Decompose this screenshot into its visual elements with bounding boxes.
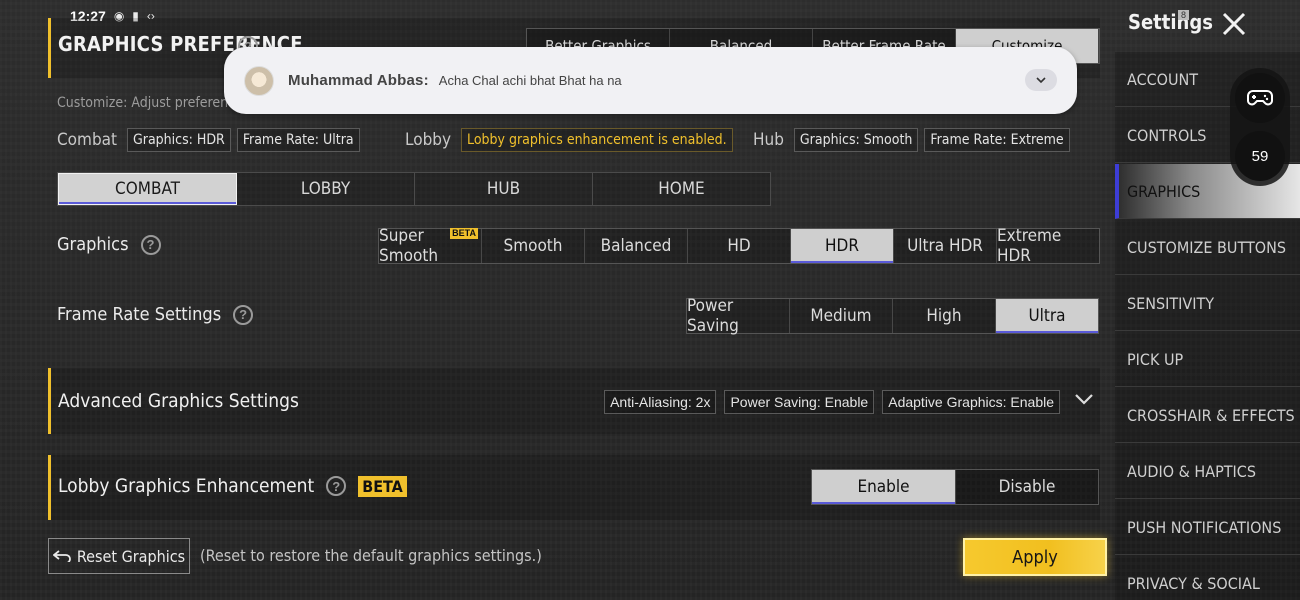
graphics-options: Super Smooth BETA Smooth Balanced HD HDR…	[378, 226, 1100, 266]
advanced-graphics-title: Advanced Graphics Settings	[58, 390, 299, 412]
lobby-enhancement-disable[interactable]: Disable	[956, 470, 1098, 504]
anti-aliasing-chip: Anti-Aliasing: 2x	[604, 390, 717, 414]
frame-rate-option-high[interactable]: High	[893, 299, 996, 333]
hub-summary: Hub Graphics: Smooth Frame Rate: Extreme	[753, 126, 1070, 154]
reset-note: (Reset to restore the default graphics s…	[200, 546, 542, 565]
lobby-summary-label: Lobby	[405, 130, 452, 150]
fps-counter[interactable]: 59	[1235, 131, 1285, 181]
combat-summary: Combat Graphics: HDR Frame Rate: Ultra	[57, 126, 360, 154]
apply-button[interactable]: Apply	[963, 538, 1107, 576]
graphics-option-hd[interactable]: HD	[688, 229, 791, 263]
reset-graphics-label: Reset Graphics	[76, 546, 186, 566]
sidebar-item-sensitivity[interactable]: SENSITIVITY	[1115, 276, 1300, 331]
gamepad-glyph	[1247, 90, 1273, 106]
message-notification[interactable]: Muhammad Abbas: Acha Chal achi bhat Bhat…	[224, 47, 1077, 114]
section-accent	[48, 18, 51, 78]
graphics-option-hdr[interactable]: HDR	[791, 229, 894, 263]
graphics-option-extreme-hdr[interactable]: Extreme HDR	[997, 226, 1099, 266]
section-accent	[48, 455, 51, 520]
tab-combat[interactable]: COMBAT	[58, 173, 237, 205]
tab-home[interactable]: HOME	[593, 173, 770, 205]
hub-summary-label: Hub	[753, 130, 784, 150]
combat-graphics-chip: Graphics: HDR	[127, 128, 231, 152]
gamepad-icon[interactable]	[1235, 73, 1285, 123]
advanced-chips: Anti-Aliasing: 2x Power Saving: Enable A…	[604, 390, 1060, 414]
sidebar-item-pick-up[interactable]: PICK UP	[1115, 332, 1300, 387]
frame-rate-options: Power Saving Medium High Ultra	[686, 296, 1099, 336]
lobby-enhancement-title: Lobby Graphics Enhancement	[58, 475, 315, 497]
chevron-down-icon	[1036, 77, 1046, 84]
chevron-down-icon[interactable]	[1074, 392, 1094, 406]
tab-hub[interactable]: HUB	[415, 173, 593, 205]
graphics-option-smooth[interactable]: Smooth	[482, 229, 585, 263]
tab-lobby[interactable]: LOBBY	[237, 173, 415, 205]
settings-title: Settings	[1128, 10, 1213, 34]
graphics-option-super-smooth[interactable]: Super Smooth BETA	[379, 226, 482, 266]
help-icon[interactable]: ?	[233, 304, 254, 325]
game-toolbar-widget: 59	[1230, 68, 1290, 186]
advanced-graphics-section[interactable]: Advanced Graphics Settings Anti-Aliasing…	[48, 368, 1100, 434]
close-icon[interactable]	[1216, 6, 1252, 42]
customize-note: Customize: Adjust preferences	[57, 95, 250, 111]
frame-rate-option-medium[interactable]: Medium	[790, 299, 893, 333]
notification-message: Acha Chal achi bhat Bhat ha na	[438, 73, 622, 88]
combat-summary-label: Combat	[57, 130, 118, 150]
frame-rate-option-power-saving[interactable]: Power Saving	[687, 296, 790, 336]
reset-graphics-button[interactable]: Reset Graphics	[48, 538, 190, 574]
lobby-enhancement-title-row: Lobby Graphics Enhancement ? BETA	[58, 475, 407, 497]
adaptive-graphics-chip: Adaptive Graphics: Enable	[882, 390, 1060, 414]
sidebar-item-customize-buttons[interactable]: CUSTOMIZE BUTTONS	[1115, 220, 1300, 275]
settings-badge: 8	[1178, 10, 1190, 20]
graphics-label: Graphics	[57, 234, 129, 255]
sidebar-item-audio-haptics[interactable]: AUDIO & HAPTICS	[1115, 444, 1300, 499]
sidebar-item-crosshair-effects[interactable]: CROSSHAIR & EFFECTS	[1115, 388, 1300, 443]
frame-rate-row-label: Frame Rate Settings ?	[57, 304, 254, 325]
help-icon[interactable]: ?	[326, 476, 347, 496]
help-icon[interactable]: ?	[140, 234, 161, 255]
sidebar-item-push-notifications[interactable]: PUSH NOTIFICATIONS	[1115, 500, 1300, 555]
hub-graphics-chip: Graphics: Smooth	[793, 128, 919, 152]
lobby-status-chip: Lobby graphics enhancement is enabled.	[461, 128, 733, 152]
beta-tag: BETA	[358, 475, 407, 497]
avatar	[244, 65, 274, 96]
sidebar-item-privacy-social[interactable]: PRIVACY & SOCIAL	[1115, 556, 1300, 600]
undo-icon	[52, 550, 71, 562]
lobby-summary: Lobby Lobby graphics enhancement is enab…	[405, 126, 733, 154]
section-accent	[48, 368, 51, 434]
graphics-option-ultra-hdr[interactable]: Ultra HDR	[894, 229, 997, 263]
beta-badge: BETA	[450, 228, 478, 239]
graphics-row-label: Graphics ?	[57, 234, 161, 255]
expand-button[interactable]	[1025, 69, 1057, 91]
combat-frame-rate-chip: Frame Rate: Ultra	[236, 128, 360, 152]
mode-tabs: COMBAT LOBBY HUB HOME	[57, 172, 771, 206]
frame-rate-option-ultra[interactable]: Ultra	[996, 299, 1098, 333]
power-saving-chip: Power Saving: Enable	[724, 390, 875, 414]
hub-frame-rate-chip: Frame Rate: Extreme	[924, 128, 1070, 152]
lobby-enhancement-options: Enable Disable	[811, 469, 1099, 505]
frame-rate-label: Frame Rate Settings	[57, 304, 222, 325]
notification-sender: Muhammad Abbas:	[288, 72, 429, 89]
graphics-option-balanced[interactable]: Balanced	[585, 229, 688, 263]
lobby-enhancement-enable[interactable]: Enable	[812, 470, 956, 504]
